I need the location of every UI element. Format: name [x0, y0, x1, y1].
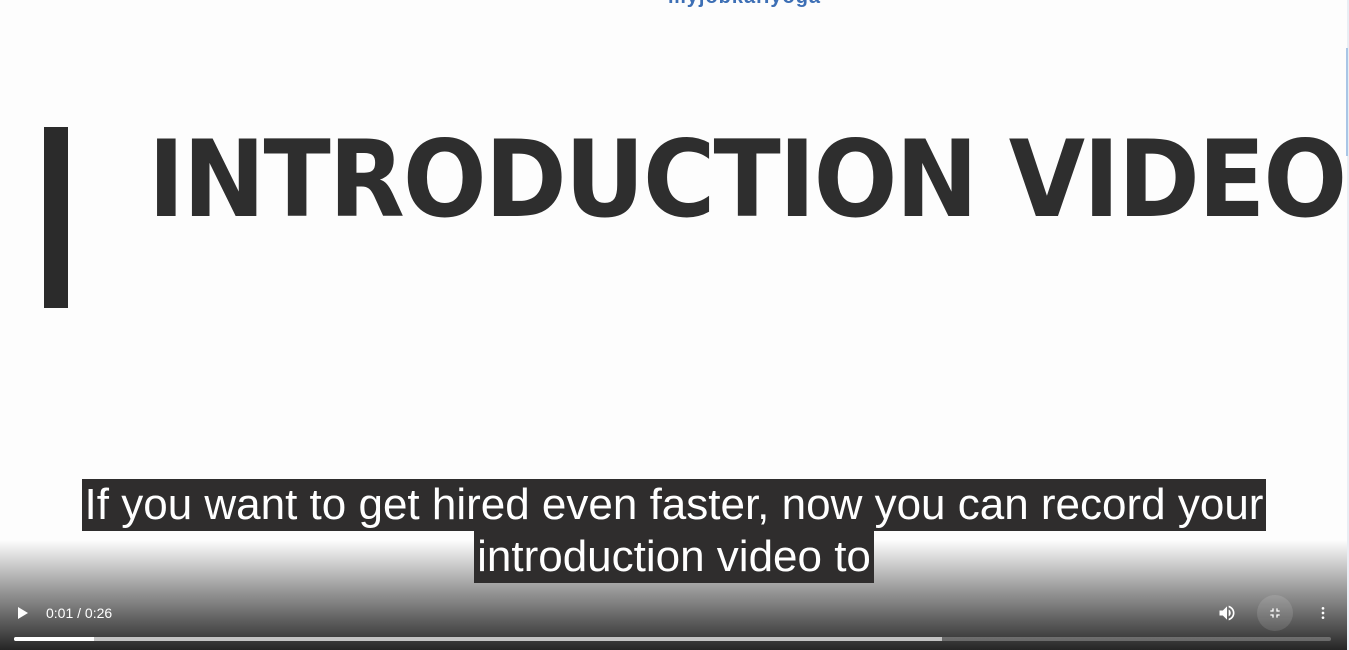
closed-caption: If you want to get hired even faster, no… — [0, 479, 1348, 583]
caption-line-1: If you want to get hired even faster, no… — [81, 479, 1267, 531]
seek-bar[interactable] — [14, 637, 1331, 641]
scrollbar-thumb[interactable] — [1346, 48, 1348, 156]
played-range — [14, 637, 95, 641]
exit-fullscreen-button[interactable] — [1257, 595, 1293, 631]
buffered-range — [14, 637, 943, 641]
more-options-icon — [1321, 607, 1325, 619]
more-options-button[interactable] — [1305, 595, 1341, 631]
video-player[interactable]: myjobkar.yoga INTRODUCTION VIDEO If you … — [0, 0, 1348, 650]
mute-button[interactable] — [1209, 595, 1245, 631]
play-button[interactable] — [4, 595, 40, 631]
exit-fullscreen-icon — [1270, 608, 1280, 618]
volume-icon — [1219, 605, 1235, 621]
play-icon — [18, 607, 28, 619]
video-controls: 0:01 / 0:26 — [0, 595, 1348, 631]
time-display: 0:01 / 0:26 — [46, 605, 113, 621]
caption-line-2: introduction video to — [474, 531, 874, 583]
video-headline: INTRODUCTION VIDEO — [148, 118, 1347, 241]
brand-logo-text: myjobkar.yoga — [668, 0, 821, 9]
title-accent-bar — [44, 127, 68, 308]
